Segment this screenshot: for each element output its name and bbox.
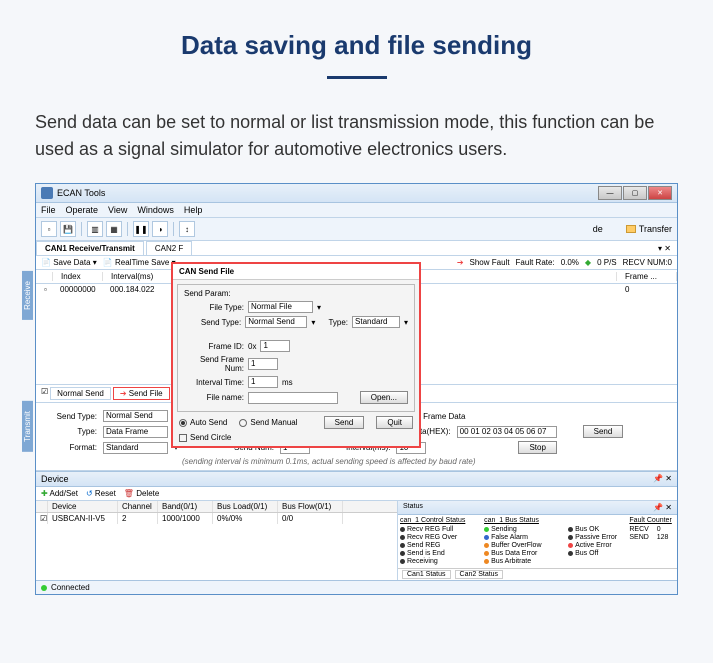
device-row[interactable]: ☑ USBCAN-II-V5 2 1000/1000 0%/0% 0/0 xyxy=(36,513,397,524)
tb-tile-icon[interactable]: ▦ xyxy=(106,221,122,237)
status-pin-icon[interactable]: 📌 ✕ xyxy=(653,503,672,512)
receive-side-tab[interactable]: Receive xyxy=(22,271,33,320)
col-busflow[interactable]: Bus Flow(0/1) xyxy=(278,501,343,512)
ctrl-status-header: can_1 Control Status xyxy=(400,517,476,524)
device-table: Device Channel Band(0/1) Bus Load(0/1) B… xyxy=(36,501,397,580)
menu-file[interactable]: File xyxy=(41,205,56,215)
recv-num: RECV NUM:0 xyxy=(623,258,672,267)
device-toolbar: ✚ Add/Set ↺ Reset 🗑 Delete xyxy=(36,487,677,501)
page-description: Send data can be set to normal or list t… xyxy=(0,89,713,183)
menu-help[interactable]: Help xyxy=(184,205,203,215)
col-interval[interactable]: Interval(ms) xyxy=(103,272,173,281)
tab-normal-send[interactable]: Normal Send xyxy=(50,387,111,400)
tab-can1[interactable]: CAN1 Receive/Transmit xyxy=(36,241,144,255)
fault-rate-label: Fault Rate: xyxy=(516,258,555,267)
can1-status-tab[interactable]: Can1 Status xyxy=(402,570,451,579)
device-pin-icon[interactable]: 📌 ✕ xyxy=(653,474,672,484)
dlg-interval-input[interactable]: 1 xyxy=(248,376,278,388)
bus-status-header: can_1 Bus Status xyxy=(484,517,560,524)
pin-icon[interactable]: ▾ ✕ xyxy=(658,244,677,253)
connected-label: Connected xyxy=(51,583,90,592)
col-index[interactable]: Index xyxy=(53,272,103,281)
col-channel[interactable]: Channel xyxy=(118,501,158,512)
dlg-send-button[interactable]: Send xyxy=(324,416,365,429)
titlebar: ECAN Tools — ▢ ✕ xyxy=(36,184,677,203)
tab-can2[interactable]: CAN2 F xyxy=(146,241,192,255)
transfer-link[interactable]: Transfer xyxy=(626,224,672,234)
col-device[interactable]: Device xyxy=(48,501,118,512)
add-set-btn[interactable]: Add/Set xyxy=(49,489,77,498)
delete-icon: 🗑 xyxy=(124,489,134,498)
mode-suffix: de xyxy=(593,224,603,234)
pps-icon: ◆ xyxy=(585,258,591,267)
can-send-file-dialog: CAN Send File Send Param: File Type: Nor… xyxy=(171,262,421,448)
tb-pause-icon[interactable]: ❚❚ xyxy=(133,221,149,237)
add-icon: ✚ xyxy=(41,489,48,498)
send-note: (sending interval is minimum 0.1ms, actu… xyxy=(182,457,671,466)
send-circle-checkbox[interactable] xyxy=(179,434,187,442)
fault-counter-header: Fault Counter xyxy=(629,517,675,524)
send-manual-radio[interactable] xyxy=(239,419,247,427)
statusbar: Connected xyxy=(36,580,677,594)
send-type-select[interactable]: Normal Send xyxy=(103,410,168,422)
transmit-side-tab[interactable]: Transmit xyxy=(22,401,33,452)
col-busload[interactable]: Bus Load(0/1) xyxy=(213,501,278,512)
checkbox-icon[interactable]: ☑ xyxy=(41,387,48,400)
realtime-save-btn[interactable]: RealTime Save xyxy=(115,258,169,267)
close-button[interactable]: ✕ xyxy=(648,186,672,200)
title-underline xyxy=(327,76,387,79)
maximize-button[interactable]: ▢ xyxy=(623,186,647,200)
tb-cascade-icon[interactable]: ▥ xyxy=(87,221,103,237)
delete-btn[interactable]: Delete xyxy=(136,489,159,498)
dlg-filename-input[interactable] xyxy=(248,392,338,404)
data-input[interactable]: 00 01 02 03 04 05 06 07 xyxy=(457,426,557,438)
open-button[interactable]: Open... xyxy=(360,391,408,404)
stop-button[interactable]: Stop xyxy=(518,441,556,454)
menu-operate[interactable]: Operate xyxy=(66,205,99,215)
col-frame[interactable]: Frame ... xyxy=(617,272,677,281)
menubar: File Operate View Windows Help xyxy=(36,203,677,218)
dialog-title: CAN Send File xyxy=(173,264,419,280)
dlg-type-select[interactable]: Standard xyxy=(352,316,400,328)
send-button[interactable]: Send xyxy=(583,425,624,438)
connected-icon xyxy=(41,585,47,591)
app-icon xyxy=(41,187,53,199)
fault-rate-value: 0.0% xyxy=(561,258,579,267)
tb-new-icon[interactable]: ▫ xyxy=(41,221,57,237)
format-select[interactable]: Standard xyxy=(103,442,168,454)
reset-icon: ↺ xyxy=(86,489,93,498)
status-panel: Status 📌 ✕ can_1 Control Status Recv REG… xyxy=(397,501,677,580)
tb-save-icon[interactable]: 💾 xyxy=(60,221,76,237)
toolbar: ▫ 💾 ▥ ▦ ❚❚ ◑ ↕ de Transfer xyxy=(36,218,677,241)
dlg-frame-id-input[interactable]: 1 xyxy=(260,340,290,352)
dlg-quit-button[interactable]: Quit xyxy=(376,416,413,429)
menu-view[interactable]: View xyxy=(108,205,127,215)
menu-windows[interactable]: Windows xyxy=(137,205,174,215)
app-window: ECAN Tools — ▢ ✕ File Operate View Windo… xyxy=(35,183,678,595)
tb-scroll-icon[interactable]: ↕ xyxy=(179,221,195,237)
can2-status-tab[interactable]: Can2 Status xyxy=(455,570,504,579)
pps-value: 0 P/S xyxy=(597,258,617,267)
minimize-button[interactable]: — xyxy=(598,186,622,200)
tb-show-icon[interactable]: ◑ xyxy=(152,221,168,237)
folder-icon xyxy=(626,225,636,233)
arrow-icon: ➔ xyxy=(120,389,127,398)
window-title: ECAN Tools xyxy=(57,188,105,198)
page-title: Data saving and file sending xyxy=(0,30,713,61)
save-data-btn[interactable]: Save Data xyxy=(53,258,90,267)
auto-send-radio[interactable] xyxy=(179,419,187,427)
show-fault-icon: ➔ xyxy=(457,258,464,267)
dlg-send-type-select[interactable]: Normal Send xyxy=(245,316,307,328)
show-fault-btn[interactable]: Show Fault xyxy=(470,258,510,267)
reset-btn[interactable]: Reset xyxy=(95,489,116,498)
file-type-select[interactable]: Normal File xyxy=(248,301,313,313)
type-select[interactable]: Data Frame xyxy=(103,426,168,438)
tab-send-file[interactable]: ➔ Send File xyxy=(113,387,170,400)
dlg-frame-num-input[interactable]: 1 xyxy=(248,358,278,370)
device-panel-header: Device 📌 ✕ xyxy=(36,471,677,487)
col-band[interactable]: Band(0/1) xyxy=(158,501,213,512)
